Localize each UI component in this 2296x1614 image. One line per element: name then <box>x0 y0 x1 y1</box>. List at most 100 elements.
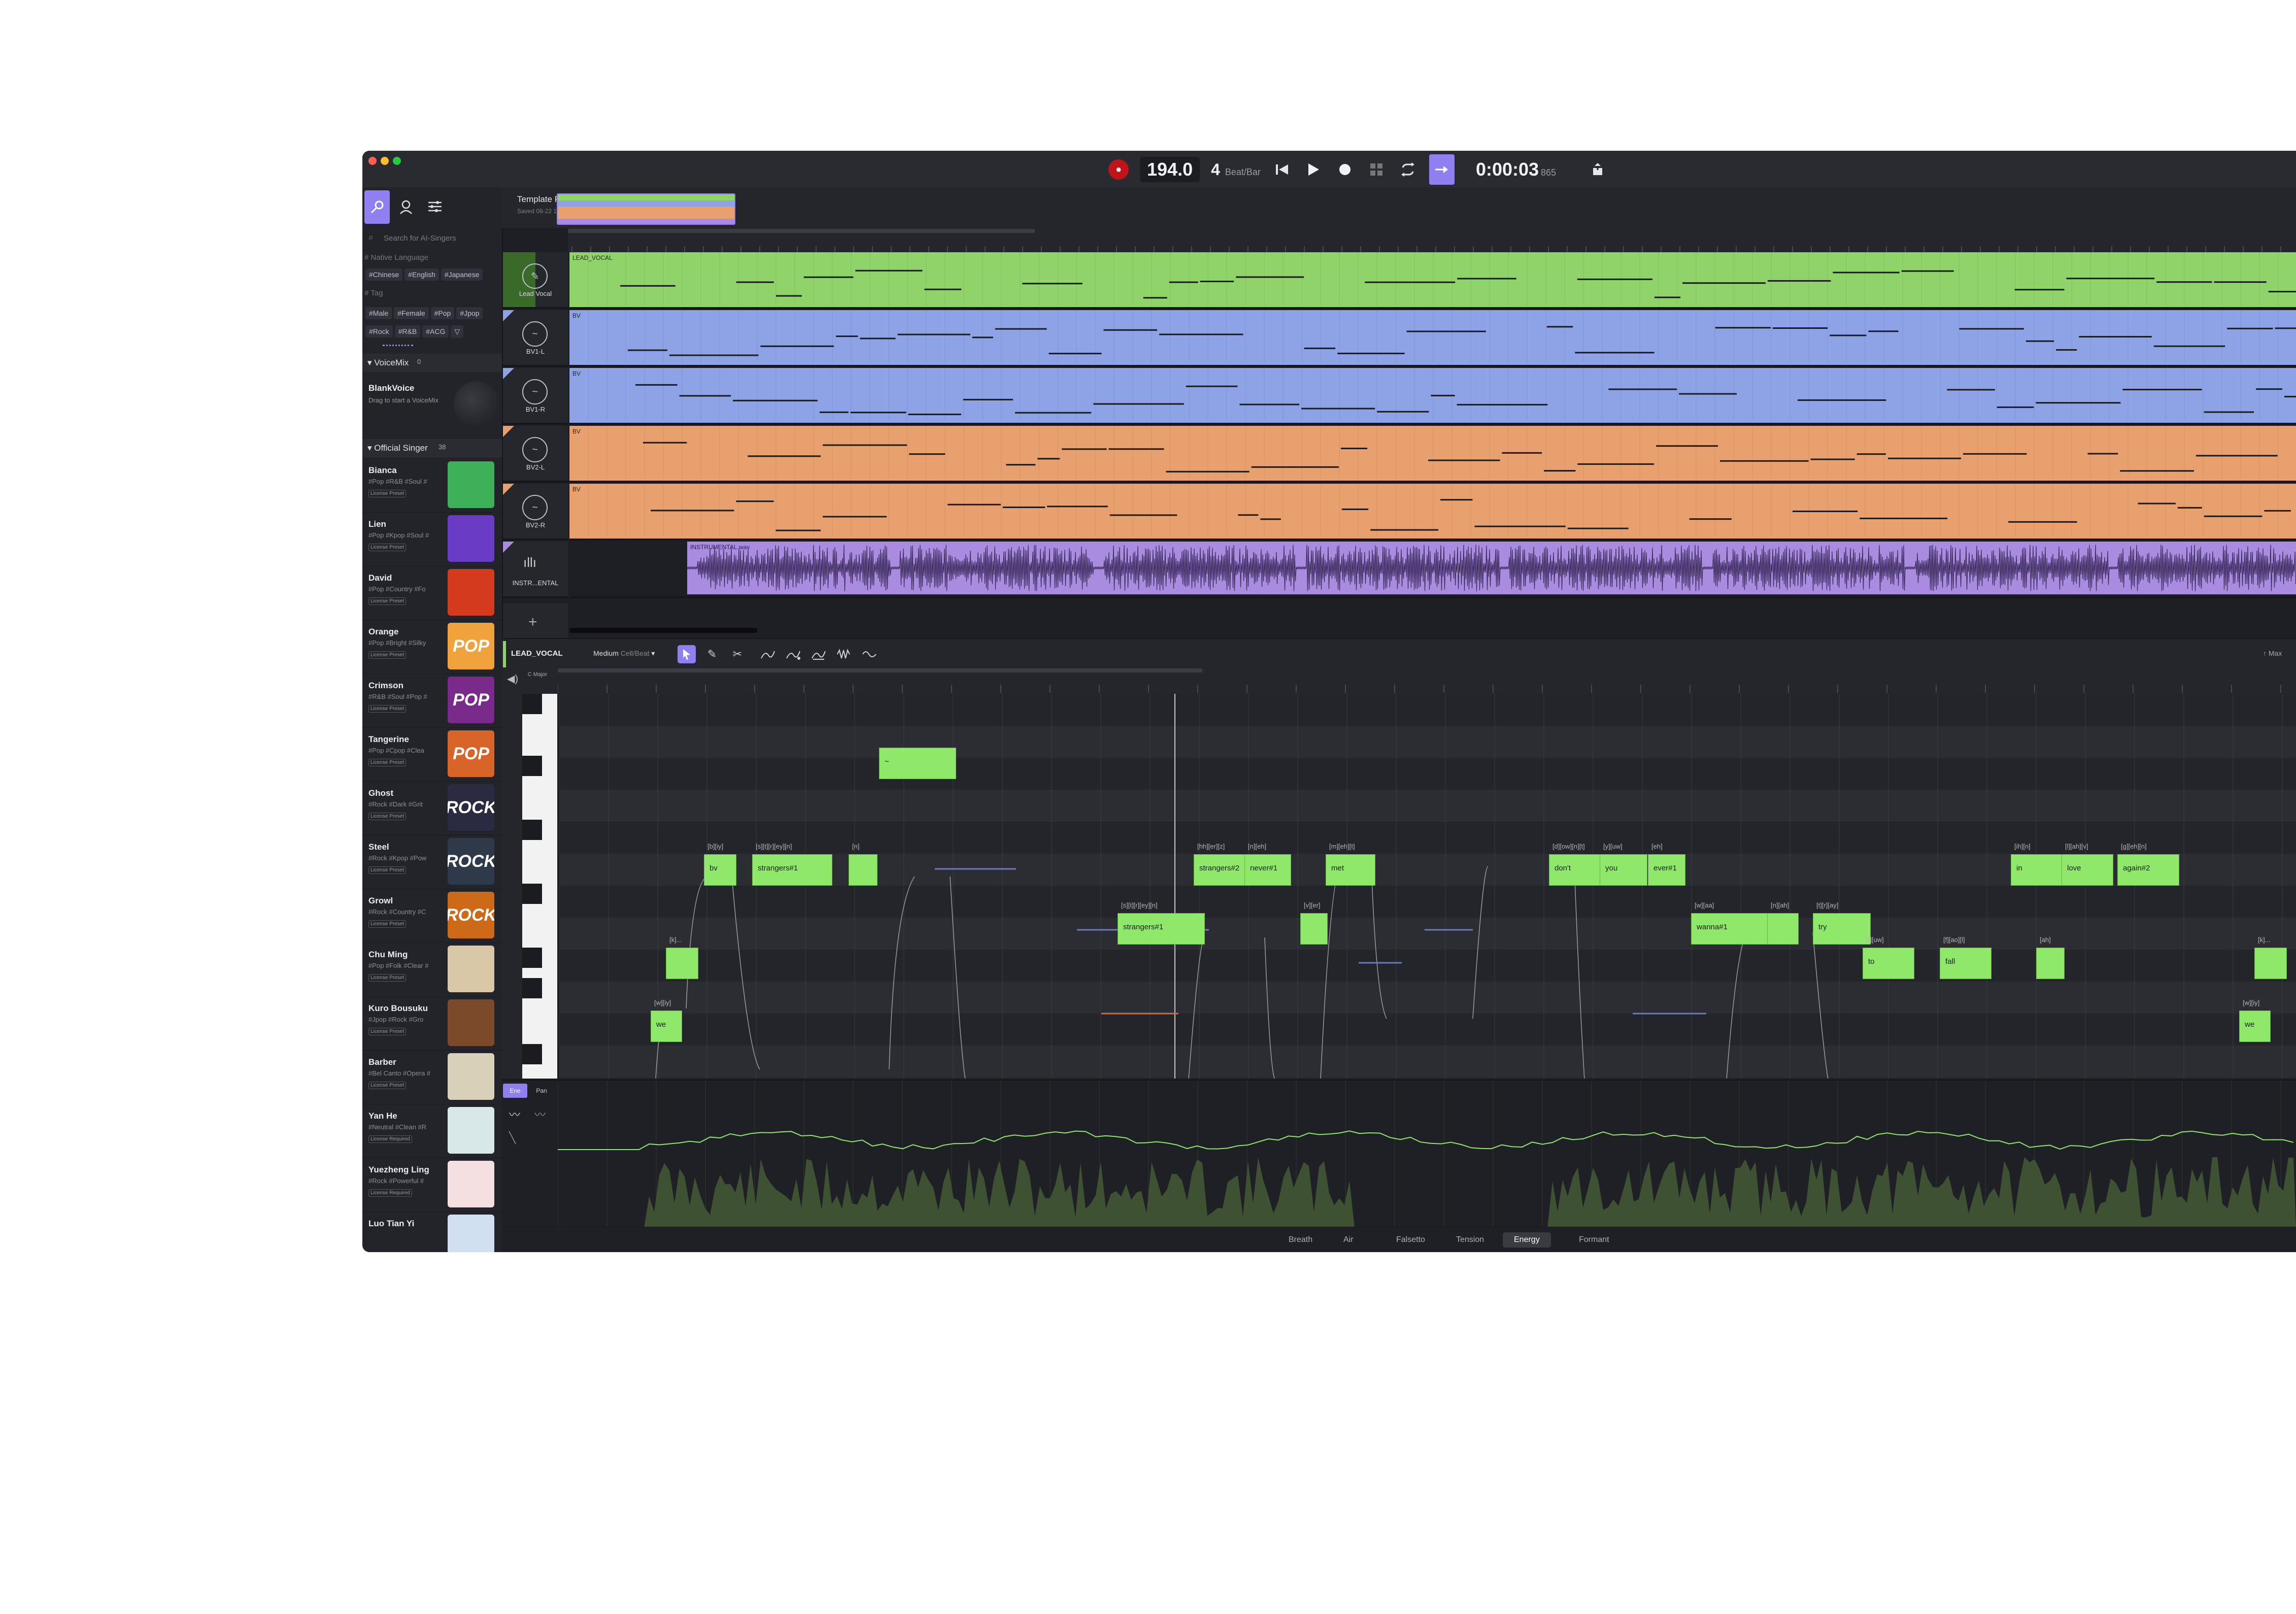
tab-falsetto[interactable]: Falsetto <box>1385 1232 1436 1248</box>
note-block[interactable]: [w][aa] wanna#1 <box>1691 901 1768 945</box>
note-block[interactable]: [y][uw] you <box>1600 843 1647 886</box>
tag-rock[interactable]: #Rock <box>365 325 393 338</box>
note-block[interactable]: [ah] <box>2036 936 2065 979</box>
bpm-value[interactable]: 194.0 <box>1140 157 1200 182</box>
arrangement-scrollbar[interactable] <box>568 229 1035 233</box>
note-block[interactable]: [k]... <box>2254 936 2287 979</box>
audio-clip[interactable]: INSTRUMENTAL.wav <box>569 542 2296 598</box>
param-line-icon[interactable]: ╲ <box>509 1131 516 1145</box>
rewind-icon[interactable] <box>1272 163 1292 176</box>
tab-breath[interactable]: Breath <box>1277 1232 1324 1248</box>
param-draw-alt-icon[interactable]: 〰 <box>534 1106 546 1122</box>
track-header[interactable]: ~ BV2-L <box>503 426 568 483</box>
note-block[interactable]: [l][ah][v] love <box>2062 843 2113 886</box>
instrumental-clip[interactable]: INSTRUMENTAL.wav <box>687 542 2296 594</box>
pitch-smooth-tool-icon[interactable] <box>784 645 802 663</box>
tag-japanese[interactable]: #Japanese <box>441 268 483 281</box>
param-tab-energy[interactable]: Ene <box>503 1084 527 1098</box>
tab-air[interactable]: Air <box>1332 1232 1365 1248</box>
tag-jpop[interactable]: #Jpop <box>456 307 483 319</box>
singer-card[interactable]: Ghost #Rock #Dark #Grit License Preset ROCK <box>362 781 502 835</box>
singer-card[interactable]: Crimson #R&B #Soul #Pop # License Preset PO… <box>362 674 502 728</box>
vocal-clip[interactable]: BV <box>569 310 2296 367</box>
vibrato-tool-icon[interactable] <box>835 645 853 663</box>
singer-card[interactable]: Lien #Pop #Kpop #Soul # License Preset <box>362 512 502 566</box>
export-icon[interactable] <box>1588 163 1608 176</box>
tab-formant[interactable]: Formant <box>1568 1232 1620 1248</box>
official-singer-header[interactable]: ▾ Official Singer 38 <box>362 439 502 457</box>
vocal-clip[interactable]: BV <box>569 368 2296 425</box>
piano-keyboard[interactable] <box>522 694 557 1079</box>
scissors-tool-icon[interactable]: ✂ <box>728 645 747 663</box>
singer-card[interactable]: David #Pop #Country #Fo License Preset <box>362 566 502 620</box>
filter-icon[interactable]: ▽ <box>451 325 464 338</box>
singer-card[interactable]: Yan He #Neutral #Clean #R License Required <box>362 1104 502 1158</box>
singer-card[interactable]: Steel #Rock #Kpop #Pow License Preset ROCK <box>362 835 502 889</box>
play-icon[interactable] <box>1303 162 1324 177</box>
note-block[interactable]: [t][r][ay] try <box>1813 901 1871 945</box>
blankvoice-card[interactable]: BlankVoice Drag to start a VoiceMix <box>362 374 502 430</box>
select-tool-icon[interactable] <box>678 645 696 663</box>
singer-card[interactable]: Luo Tian Yi <box>362 1212 502 1252</box>
minimize-window-button[interactable] <box>381 157 389 165</box>
tag-female[interactable]: #Female <box>394 307 429 319</box>
note-block[interactable]: [n][eh] never#1 <box>1244 843 1291 886</box>
quantize-select[interactable]: Medium Cell/Beat ▾ <box>593 649 655 658</box>
energy-line[interactable] <box>558 1130 2294 1150</box>
tab-energy[interactable]: Energy <box>1503 1232 1551 1248</box>
track-header[interactable]: ~ BV2-R <box>503 484 568 541</box>
arrangement-ruler[interactable] <box>568 228 2296 252</box>
tab-tension[interactable]: Tension <box>1445 1232 1495 1248</box>
note-block[interactable]: [v][er] <box>1300 901 1328 945</box>
loop-icon[interactable] <box>1398 162 1418 177</box>
singer-library-tab[interactable] <box>364 190 390 224</box>
vocal-clip[interactable]: BV <box>569 484 2296 541</box>
tag-pop[interactable]: #Pop <box>430 307 455 319</box>
pitch-draw-tool-icon[interactable] <box>759 645 777 663</box>
tag-acg[interactable]: #ACG <box>422 325 449 338</box>
note-block[interactable]: [w][iy] we <box>2239 999 2271 1042</box>
note-block[interactable]: [ih][n] in <box>2011 843 2063 886</box>
note-block[interactable]: [f][ao][l] fall <box>1940 936 1991 979</box>
overview-minimap[interactable] <box>557 193 735 225</box>
note-block[interactable]: [m][eh][t] met <box>1326 843 1375 886</box>
param-draw-icon[interactable]: 〰 <box>509 1106 520 1122</box>
note-block[interactable]: [s][t][r][ey][n] strangers#1 <box>1118 901 1205 945</box>
singer-card[interactable]: Growl #Rock #Country #C License Preset ROCK <box>362 889 502 943</box>
singer-card[interactable]: Bianca #Pop #R&B #Soul # License Preset <box>362 458 502 513</box>
editor-ruler[interactable]: ◀) C Major <box>502 668 2296 694</box>
pencil-tool-icon[interactable]: ✎ <box>703 645 721 663</box>
note-block[interactable]: [w][iy] we <box>651 999 682 1042</box>
track-header[interactable]: ✎ Lead Vocal <box>503 252 568 309</box>
editor-scrollbar[interactable] <box>558 668 1202 672</box>
note-block[interactable]: [g][eh][n] again#2 <box>2117 843 2179 886</box>
note-block[interactable]: [b][iy] bv <box>704 843 736 886</box>
pitch-erase-tool-icon[interactable] <box>809 645 828 663</box>
voicemix-header[interactable]: ▾ VoiceMix 0 <box>362 354 502 372</box>
close-window-button[interactable] <box>368 157 377 165</box>
singer-search[interactable]: ⌕ Search for AI-Singers <box>365 230 498 247</box>
singer-card[interactable]: Yuezheng Ling #Rock #Powerful # License Re… <box>362 1158 502 1212</box>
track-scrollbar[interactable] <box>569 628 757 633</box>
note-block[interactable]: [d][ow][n][t] don't <box>1549 843 1601 886</box>
piano-roll[interactable]: [w][iy] we [k]... [b][iy] bv [s][t][r][ey][n]… <box>559 694 2296 1079</box>
note-block[interactable]: [n][ah] <box>1767 901 1799 945</box>
singer-card[interactable]: Orange #Pop #Bright #Silky License Preset P… <box>362 620 502 674</box>
note-block[interactable]: [k]... <box>666 936 698 979</box>
track-header[interactable]: ıllı INSTR...ENTAL <box>503 542 568 598</box>
follow-playhead-icon[interactable] <box>1429 154 1455 185</box>
tag-english[interactable]: #English <box>404 268 439 281</box>
tag-male[interactable]: #Male <box>365 307 392 319</box>
singer-card[interactable]: Barber #Bel Canto #Opera # License Preset <box>362 1050 502 1104</box>
singer-card[interactable]: Kuro Bousuku #Jpop #Rock #Gro License Pres… <box>362 996 502 1051</box>
tag-chinese[interactable]: #Chinese <box>365 268 403 281</box>
zoom-window-button[interactable] <box>393 157 401 165</box>
note-block[interactable]: [n] <box>849 843 877 886</box>
note-block[interactable]: [hh][er][z] strangers#2 <box>1194 843 1245 886</box>
singer-card[interactable]: Tangerine #Pop #Cpop #Clea License Preset P… <box>362 727 502 782</box>
vocal-clip[interactable]: LEAD_VOCAL <box>569 252 2296 309</box>
track-header[interactable]: ~ BV1-L <box>503 310 568 367</box>
speaker-icon[interactable]: ◀) <box>507 672 518 685</box>
note-block[interactable]: [eh] ever#1 <box>1648 843 1685 886</box>
user-icon[interactable] <box>399 199 413 217</box>
